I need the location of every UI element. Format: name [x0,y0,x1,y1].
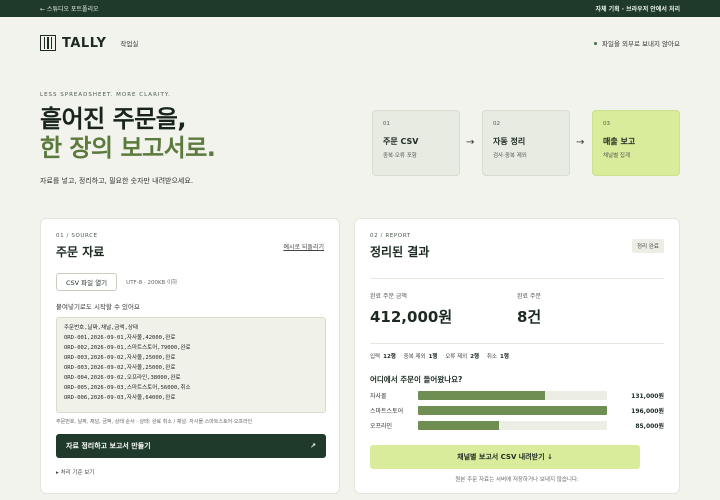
step-subtitle: 채널별 집계 [603,153,631,159]
privacy-notice: 파일을 외부로 보내지 않아요 [594,38,680,48]
metric-value: 412,000원 [370,308,453,326]
metric-value: 8건 [517,308,542,326]
metric-count: 완료 주문 8건 [517,291,664,327]
step-arrow-icon: → [576,137,585,148]
channel-title: 어디에서 주문이 들어왔나요? [370,375,463,384]
top-bar: ← 스튜디오 포트폴리오 자체 기획 · 브라우저 안에서 처리 [0,0,720,17]
format-hint: 주문번호, 날짜, 채널, 금액, 상태 순서 · 상태: 완료 취소 / 채널… [56,419,253,425]
app-header: TALLY 작업실 파일을 외부로 보내지 않아요 [40,33,680,53]
step-card-2: 02 자동 정리 검사·중복 제외 [482,110,570,176]
arrow-up-right-icon: ↗ [310,442,316,450]
generate-report-label: 자료 정리하고 보고서 만들기 [66,442,151,450]
source-card: 01 / SOURCE 주문 자료 예시로 되돌리기 CSV 파일 열기 UTF… [40,218,340,494]
criteria-toggle[interactable]: ▸ 처리 기준 보기 [56,468,324,476]
stat-value: 2행 [470,354,480,360]
hero-title-line2: 한 장의 보고서로. [40,134,216,162]
status-dot-icon [594,41,598,45]
step-arrow-icon: → [466,137,475,148]
report-eyebrow: 02 / REPORT [370,233,411,239]
step-number: 03 [603,121,610,127]
step-number: 02 [493,121,500,127]
stat-value: 1행 [428,354,438,360]
stat-key: 입력 [370,354,381,360]
step-title: 매출 보고 [603,137,636,146]
stat-key: 취소 [486,354,497,360]
step-subtitle: 중복·오류 포함 [383,153,417,159]
channel-row: 자사몰 131,000원 [370,391,664,400]
channel-name: 오프라인 [370,423,393,430]
report-card: 02 / REPORT 정리된 결과 정리 완료 완료 주문 금액 412,00… [354,218,680,494]
generate-report-button[interactable]: 자료 정리하고 보고서 만들기 ↗ [56,434,326,458]
step-number: 01 [383,121,390,127]
privacy-text: 파일을 외부로 보내지 않아요 [602,40,680,48]
channel-name: 스마트스토어 [370,408,404,415]
channel-value: 85,000원 [635,423,664,430]
download-csv-button[interactable]: 채널별 보고서 CSV 내려받기 ↓ [370,445,640,469]
metric-amount: 완료 주문 금액 412,000원 [370,291,517,327]
open-csv-button[interactable]: CSV 파일 열기 [56,273,118,291]
metric-label: 완료 주문 금액 [370,293,407,300]
stat-value: 1행 [500,354,509,360]
channel-row: 오프라인 85,000원 [370,421,664,430]
report-title: 정리된 결과 [370,245,430,259]
tally-logo-icon [40,35,56,51]
step-card-3: 03 매출 보고 채널별 집계 [592,110,680,176]
channel-row: 스마트스토어 196,000원 [370,406,664,415]
channel-value: 131,000원 [631,393,664,400]
step-card-1: 01 주문 CSV 중복·오류 포함 [372,110,460,176]
channel-bar-track [418,391,607,400]
back-link[interactable]: ← 스튜디오 포트폴리오 [40,4,99,13]
hero-eyebrow: LESS SPREADSHEET. MORE CLARITY. [40,92,171,98]
nav-workroom[interactable]: 작업실 [120,38,138,48]
paste-label: 붙여넣기로도 시작할 수 있어요 [56,303,140,311]
stat-key: 오류 제외 [445,354,468,360]
privacy-note: 원본 주문 자료는 서버에 저장하거나 보내지 않습니다. [455,477,579,483]
logo-text[interactable]: TALLY [62,36,106,51]
csv-textarea[interactable]: 주문번호,날짜,채널,금액,상태 ORD-001,2026-09-01,자사몰,… [56,317,326,413]
channel-bar-track [418,421,607,430]
channel-bar-fill [418,421,500,430]
topbar-tagline: 자체 기획 · 브라우저 안에서 처리 [595,6,680,13]
file-row: CSV 파일 열기 UTF-8 · 200KB 이하 [56,273,324,291]
source-eyebrow: 01 / SOURCE [56,233,98,239]
step-subtitle: 검사·중복 제외 [493,153,527,159]
channel-bar-track [418,406,607,415]
channel-bar-fill [418,391,545,400]
stat-key: 중복 제외 [403,354,426,360]
channel-value: 196,000원 [631,408,664,415]
hero-subtitle: 자료를 넣고, 정리하고, 필요한 숫자만 내려받으세요. [40,177,194,185]
metrics: 완료 주문 금액 412,000원 완료 주문 8건 [370,278,664,327]
channel-bar-fill [418,406,607,415]
stat-value: 12행 [383,354,396,360]
step-title: 주문 CSV [383,137,419,146]
metric-label: 완료 주문 [517,293,541,300]
reset-example-link[interactable]: 예시로 되돌리기 [283,242,324,251]
status-badge: 정리 완료 [632,239,664,253]
file-note: UTF-8 · 200KB 이하 [126,280,178,286]
channel-name: 자사몰 [370,393,387,400]
row-stats: 입력 12행 중복 제외 1행 오류 제외 2행 취소 1행 [370,343,664,360]
hero-title-line1: 흩어진 주문을, [40,105,186,133]
step-title: 자동 정리 [493,137,526,146]
